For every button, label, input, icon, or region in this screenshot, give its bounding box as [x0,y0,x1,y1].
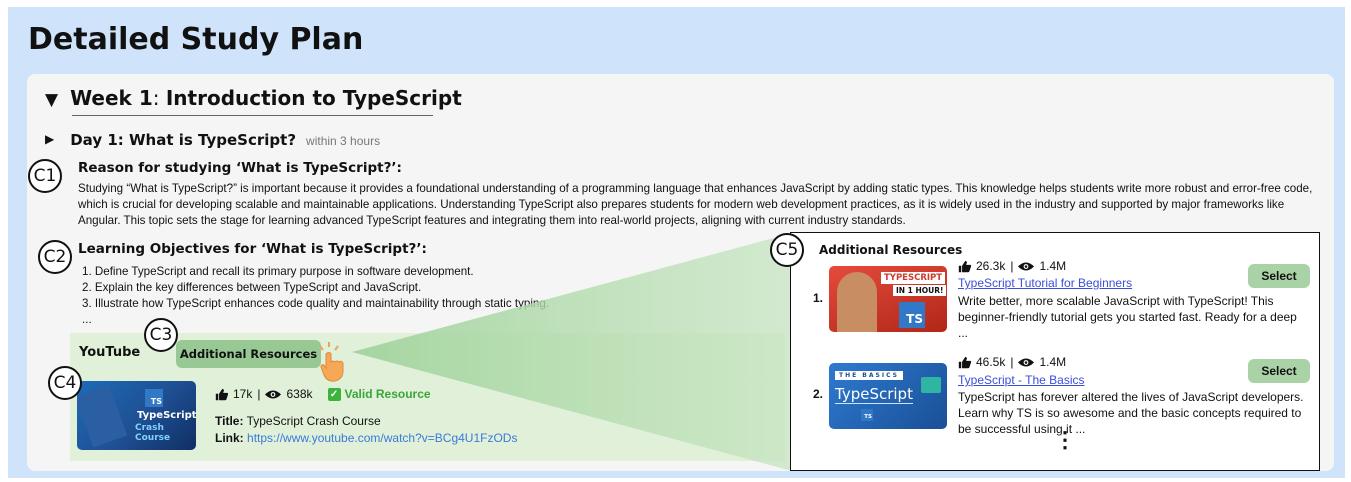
week-heading[interactable]: ▼ Week 1: Introduction to TypeScript [45,86,462,110]
resource-stats-2: 46.5k | 1.4M [958,355,1066,369]
eye-icon [1018,358,1035,366]
thumbnail-subtitle: Crash Course [135,423,171,443]
objective-item: 1. Define TypeScript and recall its prim… [82,265,474,278]
ts-logo-icon: TS [861,409,873,421]
thumb-tag: THE BASICS [835,371,903,380]
resource-thumbnail-2[interactable]: THE BASICS TypeScript TS [829,363,947,429]
pointing-hand-icon [319,342,344,382]
youtube-stats: 17k | 638k ✓ Valid Resource [215,387,431,401]
checkbox-check-icon: ✓ [327,387,341,401]
marker-c1: C1 [28,159,62,193]
stat-separator: | [1010,259,1014,273]
resource-number: 1. [813,291,824,305]
thumbs-up-icon [958,260,971,272]
week-separator: : [152,86,166,110]
title-label: Title: [215,414,244,428]
objective-item: 2. Explain the key differences between T… [82,281,422,294]
youtube-likes: 17k [233,387,253,401]
resource-title-link[interactable]: TypeScript - The Basics [958,373,1085,387]
valid-resource-badge: ✓ Valid Resource [327,387,431,401]
window-graphic [921,377,941,393]
reason-text: Studying “What is TypeScript?” is import… [78,182,1313,227]
thumbnail-title: TypeScript [137,410,196,421]
resource-likes: 26.3k [976,259,1006,273]
youtube-label: YouTube [79,345,141,360]
ts-logo-icon: TS [899,302,925,328]
link-label: Link: [215,431,244,445]
resource-thumbnail-1[interactable]: TYPESCRIPT IN 1 HOUR! TS [829,266,947,332]
day-duration: within 3 hours [306,134,381,148]
day-row[interactable]: ▶ Day 1: What is TypeScript? within 3 hour… [45,131,380,150]
additional-resources-heading: Additional Resources [819,243,963,257]
youtube-link[interactable]: https://www.youtube.com/watch?v=BCg4U1Fz… [247,431,517,445]
ts-logo-icon: TS [145,389,163,407]
youtube-link-line: Link: https://www.youtube.com/watch?v=BC… [215,431,517,445]
eye-icon [1018,262,1035,270]
resource-views: 1.4M [1039,355,1067,369]
resource-likes: 46.5k [976,355,1006,369]
youtube-title: TypeScript Crash Course [246,414,381,428]
resource-stats-1: 26.3k | 1.4M [958,259,1066,273]
marker-c3: C3 [144,318,178,352]
triangle-right-icon[interactable]: ▶ [45,132,54,146]
page-title: Detailed Study Plan [28,22,364,57]
resource-title-link[interactable]: TypeScript Tutorial for Beginners [958,276,1132,290]
additional-resources-panel: Additional Resources 1. TYPESCRIPT IN 1 … [790,232,1320,471]
resource-number: 2. [813,387,824,401]
marker-c2: C2 [38,240,72,274]
week-label: Week 1 [70,86,153,110]
thumbs-up-icon [958,356,971,368]
valid-resource-label: Valid Resource [344,387,431,401]
objective-item: 3. Illustrate how TypeScript enhances co… [82,297,550,310]
resource-views: 1.4M [1039,259,1067,273]
youtube-views: 638k [286,387,313,401]
marker-c4: C4 [48,366,82,400]
additional-resources-button[interactable]: Additional Resources [176,340,321,368]
day-title: Day 1: What is TypeScript? [70,131,297,149]
stat-separator: | [257,387,261,401]
youtube-thumbnail[interactable]: TS TypeScript Crash Course [77,381,196,450]
objectives-list: 1. Define TypeScript and recall its prim… [82,264,549,328]
reason-heading: Reason for studying ‘What is TypeScript?… [78,160,402,176]
select-button[interactable]: Select [1248,359,1310,383]
objectives-heading: Learning Objectives for ‘What is TypeScr… [78,241,427,257]
youtube-title-line: Title: TypeScript Crash Course [215,414,381,428]
more-vertical-icon[interactable]: ⋮ [1054,429,1076,451]
thumbnail-card-graphic [77,384,128,448]
week-topic: Introduction to TypeScript [165,86,462,110]
thumbs-up-icon [215,388,228,400]
thumb-headline-2: IN 1 HOUR! [893,285,947,296]
resource-description: Write better, more scalable JavaScript w… [958,294,1297,340]
stat-separator: | [1010,355,1014,369]
thumb-title: TypeScript [835,385,913,404]
week-underline [72,115,433,116]
thumb-headline-1: TYPESCRIPT [881,272,946,284]
select-button[interactable]: Select [1248,264,1310,288]
presenter-image [837,272,877,332]
marker-c5: C5 [770,233,804,267]
triangle-down-icon[interactable]: ▼ [45,90,58,110]
resource-description: TypeScript has forever altered the lives… [958,390,1304,436]
eye-icon [265,390,282,398]
